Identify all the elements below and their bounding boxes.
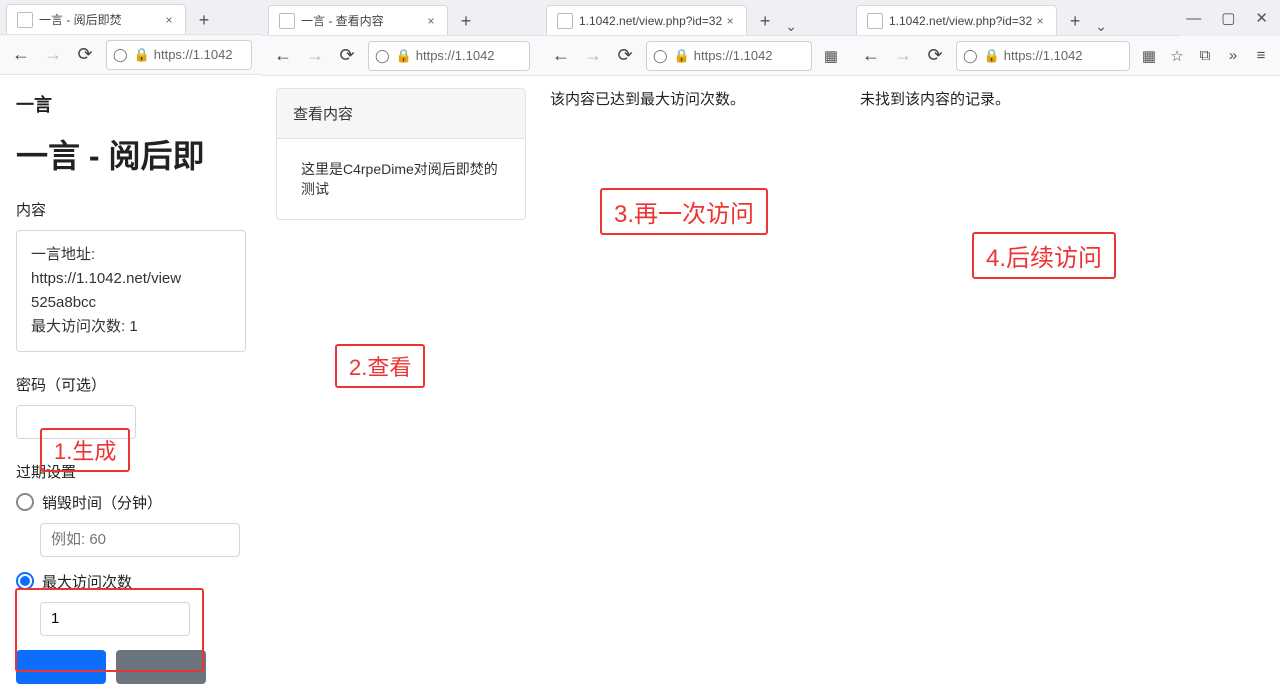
tabs-dropdown-button[interactable]: ⌄ <box>779 18 803 35</box>
annotation-4: 4.后续访问 <box>972 232 1116 279</box>
card-body: 这里是C4rpeDime对阅后即焚的测试 <box>277 139 525 219</box>
url-bar[interactable]: ◯ 🔒 https://1.1042 <box>646 41 812 71</box>
shield-icon: ◯ <box>963 48 978 64</box>
browser-tab[interactable]: 1.1042.net/view.php?id=32 × <box>546 5 747 35</box>
reload-button[interactable]: ⟳ <box>74 44 96 65</box>
tab-title: 1.1042.net/view.php?id=32 <box>889 14 1032 28</box>
tabs-dropdown-button[interactable]: ⌄ <box>1089 18 1113 35</box>
tab-title: 1.1042.net/view.php?id=32 <box>579 14 722 28</box>
lock-icon: 🔒 <box>396 48 412 64</box>
minimize-button[interactable]: — <box>1186 10 1201 27</box>
new-tab-button[interactable]: + <box>751 7 779 35</box>
window-controls: — ▢ ✕ <box>1180 0 1280 36</box>
url-bar[interactable]: ◯ 🔒 https://1.1042 <box>368 41 530 71</box>
annotation-2: 2.查看 <box>335 344 425 388</box>
annotation-3: 3.再一次访问 <box>600 188 768 235</box>
browser-window-4: 1.1042.net/view.php?id=32 × + ⌄ — ▢ ✕ ← … <box>850 0 1280 686</box>
annotation-box-max-access <box>15 588 204 672</box>
page-content: 该内容已达到最大访问次数。 <box>540 76 850 686</box>
new-tab-button[interactable]: + <box>190 6 218 34</box>
tab-strip: 1.1042.net/view.php?id=32 × + ⌄ <box>540 0 850 36</box>
label-password: 密码（可选） <box>16 374 246 395</box>
status-message: 该内容已达到最大访问次数。 <box>540 76 850 121</box>
star-icon[interactable]: ☆ <box>1168 47 1186 65</box>
browser-window-1: 一言 - 阅后即焚 × + ← → ⟳ ◯ 🔒 https://1.1042 一… <box>0 0 263 686</box>
status-message: 未找到该内容的记录。 <box>850 76 1280 121</box>
forward-button[interactable]: → <box>892 45 914 66</box>
annotation-1: 1.生成 <box>40 428 130 472</box>
forward-button[interactable]: → <box>582 45 604 66</box>
browser-tab[interactable]: 一言 - 查看内容 × <box>268 5 448 35</box>
radio-row-time[interactable]: 销毁时间（分钟） <box>16 492 246 513</box>
back-button[interactable]: ← <box>860 45 882 66</box>
radio-label-time: 销毁时间（分钟） <box>42 492 162 513</box>
close-icon[interactable]: × <box>722 14 738 28</box>
page-title: 一言 - 阅后即 <box>16 131 246 177</box>
new-tab-button[interactable]: + <box>1061 7 1089 35</box>
browser-window-2: 一言 - 查看内容 × + ← → ⟳ ◯ 🔒 https://1.1042 查… <box>262 0 541 686</box>
toolbar: ← → ⟳ ◯ 🔒 https://1.1042 <box>262 36 540 76</box>
radio-icon[interactable] <box>16 493 34 511</box>
overflow-icon[interactable]: » <box>1224 47 1242 64</box>
back-button[interactable]: ← <box>10 44 32 65</box>
forward-button[interactable]: → <box>304 45 326 66</box>
tab-strip: 1.1042.net/view.php?id=32 × + ⌄ <box>850 0 1180 36</box>
close-icon[interactable]: × <box>161 13 177 27</box>
qr-icon[interactable]: ▦ <box>822 47 840 65</box>
favicon-icon <box>867 13 883 29</box>
url-text: https://1.1042 <box>154 47 233 62</box>
textarea-line: 一言地址: https://1.1042.net/view <box>31 243 231 291</box>
maximize-button[interactable]: ▢ <box>1221 9 1235 27</box>
content-textarea[interactable]: 一言地址: https://1.1042.net/view 525a8bcc 最… <box>16 230 246 352</box>
browser-tab[interactable]: 一言 - 阅后即焚 × <box>6 4 186 34</box>
tab-strip: 一言 - 查看内容 × + <box>262 0 540 36</box>
tab-title: 一言 - 阅后即焚 <box>39 11 161 28</box>
view-card: 查看内容 这里是C4rpeDime对阅后即焚的测试 <box>276 88 526 220</box>
browser-tab[interactable]: 1.1042.net/view.php?id=32 × <box>856 5 1057 35</box>
shield-icon: ◯ <box>113 47 128 63</box>
toolbar: ← → ⟳ ◯ 🔒 https://1.1042 ▦ ☆ ⧉ » ≡ <box>850 36 1280 76</box>
menu-button[interactable]: ≡ <box>1252 47 1270 64</box>
qr-icon[interactable]: ▦ <box>1140 47 1158 65</box>
extensions-icon[interactable]: ⧉ <box>1196 47 1214 64</box>
reload-button[interactable]: ⟳ <box>924 45 946 66</box>
page-content: 未找到该内容的记录。 <box>850 76 1280 686</box>
url-text: https://1.1042 <box>694 48 773 63</box>
new-tab-button[interactable]: + <box>452 7 480 35</box>
close-icon[interactable]: × <box>423 14 439 28</box>
reload-button[interactable]: ⟳ <box>614 45 636 66</box>
reload-button[interactable]: ⟳ <box>336 45 358 66</box>
textarea-line: 最大访问次数: 1 <box>31 315 231 339</box>
tab-title: 一言 - 查看内容 <box>301 12 423 29</box>
close-icon[interactable]: × <box>1032 14 1048 28</box>
url-text: https://1.1042 <box>416 48 495 63</box>
site-brand: 一言 <box>16 91 246 117</box>
tab-strip: 一言 - 阅后即焚 × + <box>0 0 262 35</box>
time-input[interactable] <box>40 523 240 557</box>
card-header: 查看内容 <box>277 89 525 139</box>
favicon-icon <box>557 13 573 29</box>
toolbar: ← → ⟳ ◯ 🔒 https://1.1042 <box>0 35 262 74</box>
textarea-line: 525a8bcc <box>31 291 231 315</box>
label-content: 内容 <box>16 199 246 220</box>
close-window-button[interactable]: ✕ <box>1255 9 1268 27</box>
forward-button[interactable]: → <box>42 44 64 65</box>
shield-icon: ◯ <box>375 48 390 64</box>
back-button[interactable]: ← <box>272 45 294 66</box>
toolbar: ← → ⟳ ◯ 🔒 https://1.1042 ▦ <box>540 36 850 76</box>
lock-icon: 🔒 <box>984 48 1000 64</box>
browser-window-3: 1.1042.net/view.php?id=32 × + ⌄ ← → ⟳ ◯ … <box>540 0 851 686</box>
favicon-icon <box>279 13 295 29</box>
url-bar[interactable]: ◯ 🔒 https://1.1042 <box>956 41 1130 71</box>
lock-icon: 🔒 <box>134 47 150 63</box>
back-button[interactable]: ← <box>550 45 572 66</box>
url-bar[interactable]: ◯ 🔒 https://1.1042 <box>106 40 252 70</box>
lock-icon: 🔒 <box>674 48 690 64</box>
url-text: https://1.1042 <box>1004 48 1083 63</box>
favicon-icon <box>17 12 33 28</box>
shield-icon: ◯ <box>653 48 668 64</box>
